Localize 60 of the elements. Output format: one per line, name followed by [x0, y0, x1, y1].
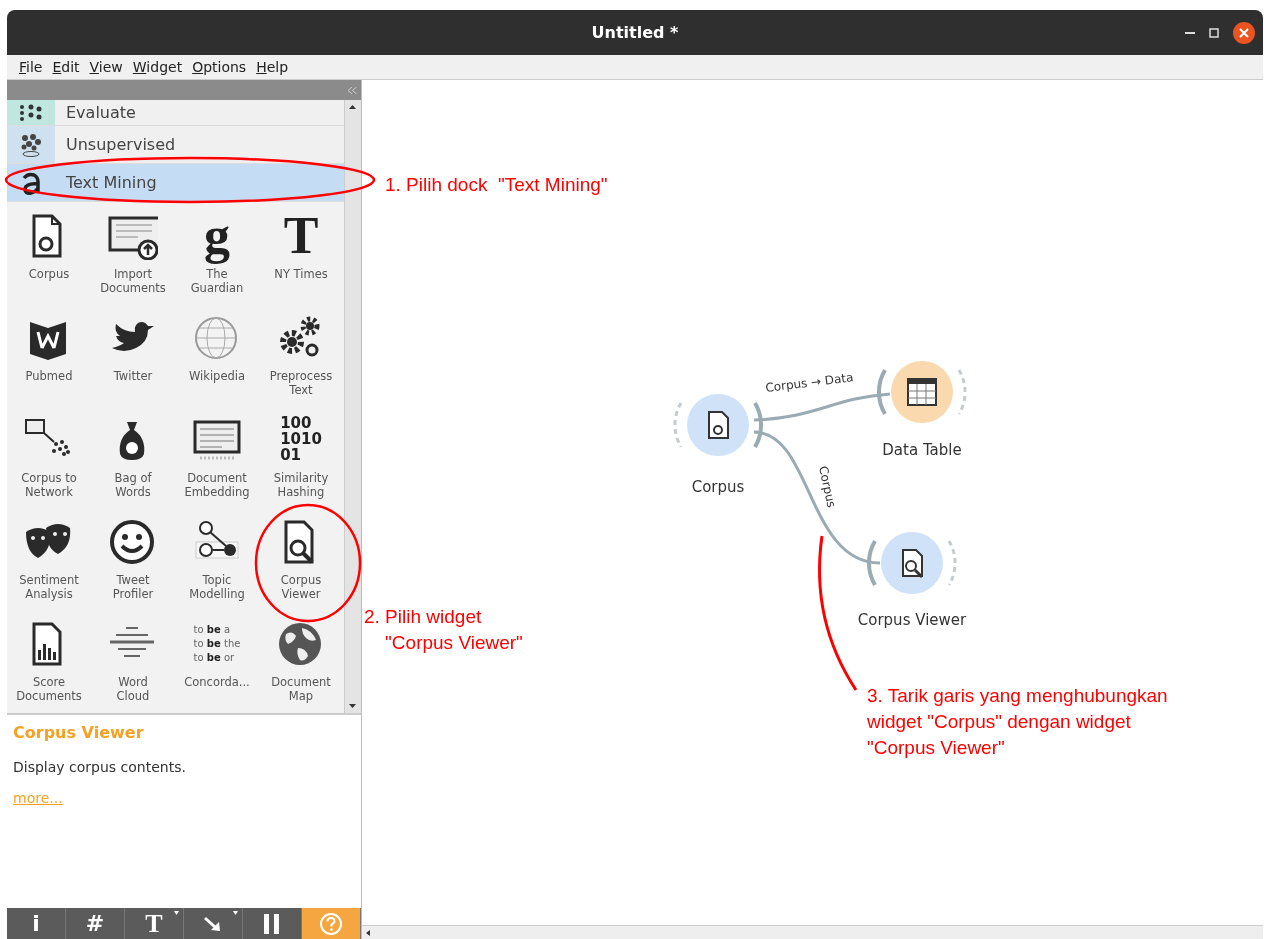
help-icon: [319, 911, 343, 936]
menu-item[interactable]: File: [15, 56, 47, 78]
menu-item[interactable]: Options: [188, 56, 251, 78]
widget-label[interactable]: Topic Modelling: [189, 573, 245, 602]
category-label: Unsupervised: [65, 133, 176, 156]
widget-label[interactable]: Corpus Viewer: [280, 573, 322, 602]
widget-label[interactable]: Bag of Words: [114, 471, 152, 500]
widget-label[interactable]: Import Documents: [100, 267, 166, 296]
widget-label[interactable]: NY Times: [274, 267, 328, 282]
scrollbar[interactable]: [344, 100, 361, 713]
widget-label[interactable]: Preprocess Text: [269, 369, 333, 398]
widget-label[interactable]: Corpus: [28, 267, 70, 282]
widget-label[interactable]: Wikipedia: [188, 369, 246, 384]
node-label: Corpus Viewer: [857, 611, 967, 629]
category-item[interactable]: Unsupervised: [7, 126, 344, 164]
annotation-text: 1. Pilih dock "Text Mining": [385, 173, 608, 197]
annotation-text: 3. Tarik garis yang menghubungkan widget "Corpus" dengan widget "Corpus Viewer": [867, 684, 1168, 761]
category-label: Text Mining: [65, 171, 157, 194]
widget-description: Display corpus contents.: [13, 758, 187, 777]
widget-label[interactable]: Document Embedding: [184, 471, 250, 500]
maximize-icon[interactable]: [1209, 27, 1219, 38]
menu-item[interactable]: Edit: [48, 56, 84, 78]
widget-label[interactable]: Score Documents: [16, 675, 82, 704]
cluster-icon: [19, 132, 43, 157]
widget-label[interactable]: Pubmed: [25, 369, 73, 384]
category-item[interactable]: Evaluate: [7, 100, 344, 126]
widget-label[interactable]: Twitter: [113, 369, 153, 384]
letter-a-shape-icon: [20, 170, 42, 195]
widget-label[interactable]: Concorda...: [184, 675, 250, 690]
glyph-icon: 100 1010 01: [280, 416, 322, 464]
widget-node[interactable]: [877, 361, 967, 423]
widget-title: Corpus Viewer: [13, 722, 145, 744]
close-icon[interactable]: [1233, 21, 1255, 44]
widget-label[interactable]: Word Cloud: [116, 675, 150, 704]
widget-label[interactable]: Sentiment Analysis: [19, 573, 79, 602]
menu-item[interactable]: Help: [252, 56, 293, 78]
widget-label[interactable]: The Guardian: [190, 267, 244, 296]
widget-node[interactable]: [867, 532, 957, 594]
grid-dots-icon: [18, 102, 44, 123]
pause-icon: [262, 912, 282, 935]
glyph-icon: to be a to be the to be or: [193, 623, 241, 665]
glyph-icon: T: [283, 204, 319, 268]
node-label: Corpus: [691, 478, 745, 496]
widget-label[interactable]: Tweet Profiler: [112, 573, 154, 602]
widget-label[interactable]: Similarity Hashing: [273, 471, 329, 500]
horizontal-scrollbar[interactable]: [362, 925, 1263, 939]
widget-node[interactable]: [673, 394, 763, 456]
link-label: Corpus → Data: [764, 370, 855, 395]
menu-item[interactable]: Widget: [128, 56, 187, 78]
minimize-icon[interactable]: [1185, 31, 1195, 34]
category-item[interactable]: Text Mining: [7, 164, 344, 202]
menu-item[interactable]: View: [85, 56, 127, 78]
node-label: Data Table: [882, 441, 962, 459]
window-title: Untitled *: [591, 21, 679, 44]
category-label: Evaluate: [65, 101, 136, 124]
link-label: Corpus: [816, 464, 839, 509]
widget-label[interactable]: Corpus to Network: [21, 471, 77, 500]
widget-label[interactable]: Document Map: [271, 675, 331, 704]
annotation-text: 2. Pilih widget "Corpus Viewer": [364, 605, 523, 656]
glyph-icon: g: [204, 204, 230, 268]
